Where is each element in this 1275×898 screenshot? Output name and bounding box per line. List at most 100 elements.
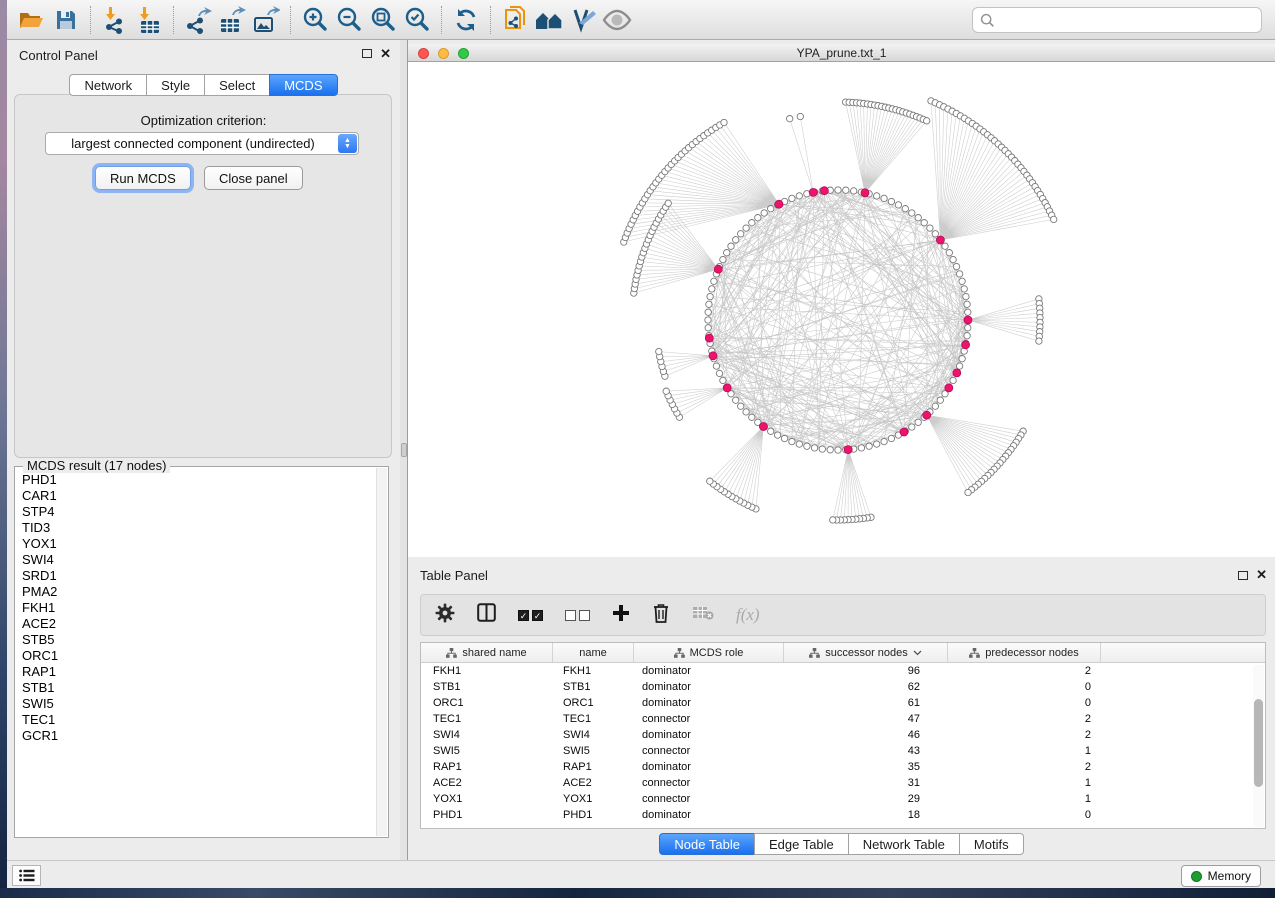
float-panel-icon[interactable] (1238, 571, 1248, 580)
tab-mcds[interactable]: MCDS (269, 74, 337, 96)
memory-status-icon (1191, 871, 1202, 882)
float-panel-icon[interactable] (362, 49, 372, 58)
network-canvas[interactable] (408, 62, 1275, 557)
table-cell: SWI4 (553, 727, 634, 743)
attribute-icon (674, 648, 685, 658)
table-row[interactable]: RAP1RAP1dominator352 (421, 759, 1265, 775)
table-row[interactable]: TEC1TEC1connector472 (421, 711, 1265, 727)
select-all-icon[interactable]: ✓✓ (518, 610, 543, 621)
mcds-result-item[interactable]: FKH1 (22, 600, 376, 616)
column-header-successor-nodes[interactable]: successor nodes (784, 643, 948, 662)
table-row[interactable]: SWI4SWI4dominator462 (421, 727, 1265, 743)
table-cell: dominator (634, 759, 784, 775)
show-columns-icon[interactable] (477, 603, 496, 627)
table-cell: FKH1 (553, 663, 634, 679)
table-cell: 43 (784, 743, 948, 759)
export-to-web-icon[interactable] (498, 3, 532, 37)
open-file-icon[interactable] (15, 3, 49, 37)
close-panel-icon[interactable]: ✕ (380, 46, 391, 62)
close-panel-button[interactable]: Close panel (204, 166, 303, 190)
mcds-result-item[interactable]: SWI4 (22, 552, 376, 568)
zoom-fit-icon[interactable] (366, 3, 400, 37)
refresh-icon[interactable] (449, 3, 483, 37)
mcds-result-item[interactable]: SWI5 (22, 696, 376, 712)
mcds-result-item[interactable]: STB1 (22, 680, 376, 696)
export-network-icon[interactable] (181, 3, 215, 37)
toolbar-separator (490, 6, 491, 34)
mcds-result-item[interactable]: TEC1 (22, 712, 376, 728)
table-tabs: Node Table Edge Table Network Table Moti… (408, 833, 1275, 855)
tab-network[interactable]: Network (69, 74, 146, 96)
dropdown-stepper-icon: ▲▼ (338, 134, 357, 153)
column-header-shared-name[interactable]: shared name (421, 643, 553, 662)
table-row[interactable]: SWI5SWI5connector431 (421, 743, 1265, 759)
toolbar-separator (290, 6, 291, 34)
table-panel: Table Panel ✕ ✓✓ f(x) (408, 561, 1275, 860)
panel-splitter[interactable] (400, 40, 408, 860)
export-table-icon[interactable] (215, 3, 249, 37)
zoom-out-icon[interactable] (332, 3, 366, 37)
import-table-icon[interactable] (132, 3, 166, 37)
column-header-predecessor-nodes[interactable]: predecessor nodes (948, 643, 1101, 662)
mcds-result-item[interactable]: PMA2 (22, 584, 376, 600)
settings-gear-icon[interactable] (435, 603, 455, 628)
mcds-result-item[interactable]: ORC1 (22, 648, 376, 664)
table-row[interactable]: PHD1PHD1dominator180 (421, 807, 1265, 823)
splitter-handle-icon[interactable] (401, 443, 407, 457)
table-cell: STB1 (421, 679, 553, 695)
mcds-result-item[interactable]: STP4 (22, 504, 376, 520)
mcds-result-item[interactable]: GCR1 (22, 728, 376, 744)
table-cell: 46 (784, 727, 948, 743)
mcds-result-item[interactable]: SRD1 (22, 568, 376, 584)
search-input[interactable] (995, 10, 1261, 30)
network-view (408, 62, 1275, 557)
tab-motifs[interactable]: Motifs (959, 833, 1024, 855)
table-cell: 47 (784, 711, 948, 727)
tab-node-table[interactable]: Node Table (659, 833, 754, 855)
tab-style[interactable]: Style (146, 74, 204, 96)
attribute-icon (809, 648, 820, 658)
close-panel-icon[interactable]: ✕ (1256, 567, 1267, 583)
scrollbar-thumb[interactable] (1254, 699, 1263, 787)
run-mcds-button[interactable]: Run MCDS (95, 166, 191, 190)
table-row[interactable]: STB1STB1dominator620 (421, 679, 1265, 695)
table-cell: dominator (634, 727, 784, 743)
delete-column-icon[interactable] (652, 603, 670, 628)
mcds-result-item[interactable]: ACE2 (22, 616, 376, 632)
hide-labels-icon[interactable] (566, 3, 600, 37)
table-row[interactable]: YOX1YOX1connector291 (421, 791, 1265, 807)
deselect-all-icon[interactable] (565, 610, 590, 621)
memory-button[interactable]: Memory (1181, 865, 1261, 887)
mcds-list-scrollbar[interactable] (376, 468, 387, 836)
mcds-result-item[interactable]: RAP1 (22, 664, 376, 680)
network-window: YPA_prune.txt_1 (408, 44, 1275, 557)
table-scrollbar[interactable] (1253, 665, 1264, 827)
toggle-view-icon[interactable] (600, 3, 634, 37)
network-overview-icon[interactable] (532, 3, 566, 37)
main-toolbar (7, 0, 1275, 40)
mcds-result-item[interactable]: CAR1 (22, 488, 376, 504)
criterion-dropdown[interactable]: largest connected component (undirected)… (45, 132, 359, 155)
table-row[interactable]: FKH1FKH1dominator962 (421, 663, 1265, 679)
table-row[interactable]: ORC1ORC1dominator610 (421, 695, 1265, 711)
table-cell: 0 (948, 807, 1101, 823)
mcds-result-item[interactable]: YOX1 (22, 536, 376, 552)
table-row[interactable]: ACE2ACE2connector311 (421, 775, 1265, 791)
mcds-result-item[interactable]: TID3 (22, 520, 376, 536)
show-panels-list-icon[interactable] (12, 865, 41, 886)
table-cell: dominator (634, 807, 784, 823)
table-cell: RAP1 (553, 759, 634, 775)
column-header-mcds-role[interactable]: MCDS role (634, 643, 784, 662)
tab-edge-table[interactable]: Edge Table (754, 833, 848, 855)
zoom-selected-icon[interactable] (400, 3, 434, 37)
column-header-name[interactable]: name (553, 643, 634, 662)
import-network-icon[interactable] (98, 3, 132, 37)
zoom-in-icon[interactable] (298, 3, 332, 37)
add-column-icon[interactable] (612, 604, 630, 627)
mcds-result-item[interactable]: PHD1 (22, 472, 376, 488)
mcds-result-item[interactable]: STB5 (22, 632, 376, 648)
tab-select[interactable]: Select (204, 74, 269, 96)
save-icon[interactable] (49, 3, 83, 37)
export-image-icon[interactable] (249, 3, 283, 37)
tab-network-table[interactable]: Network Table (848, 833, 959, 855)
